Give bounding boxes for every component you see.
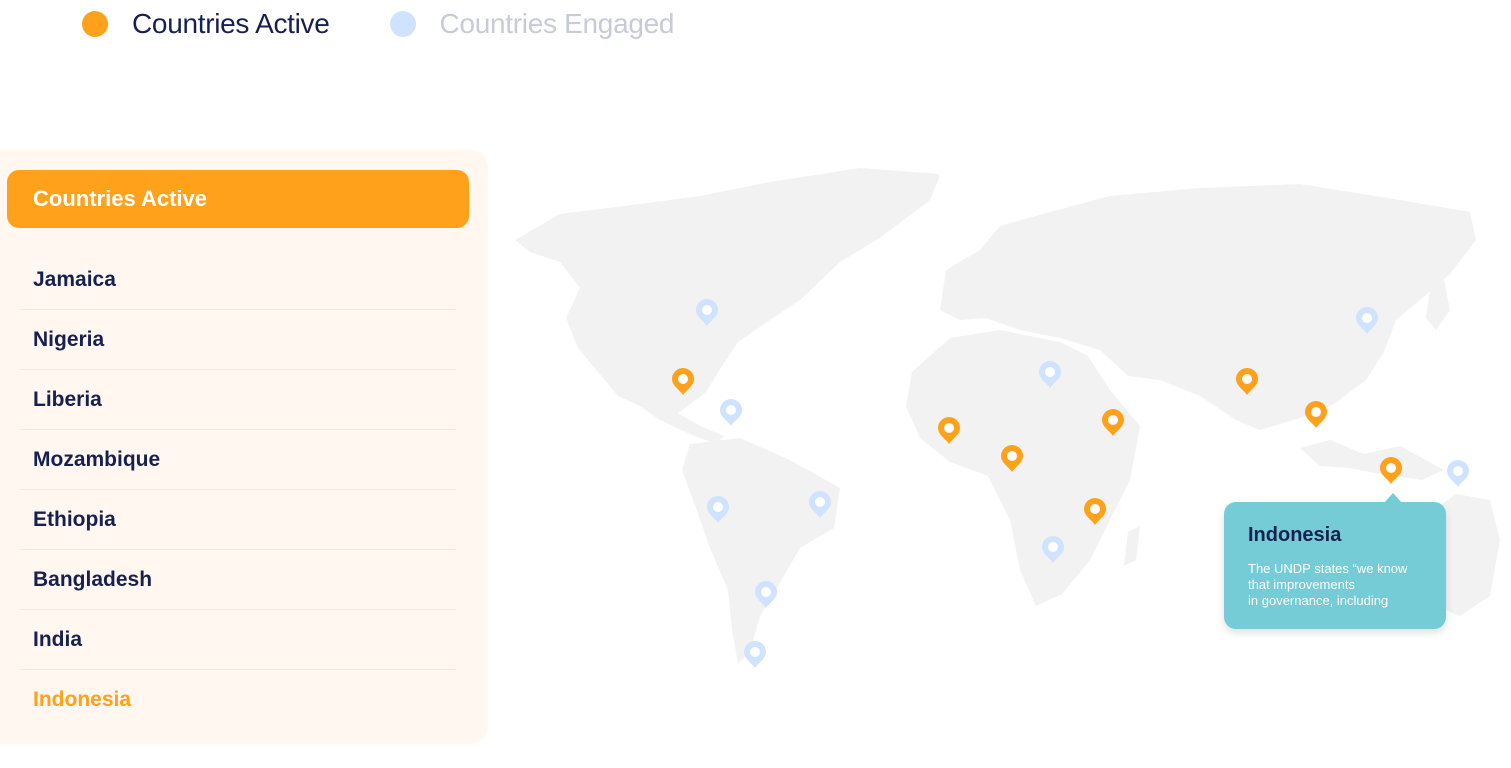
country-item-jamaica[interactable]: Jamaica: [20, 250, 456, 310]
engaged-marker[interactable]: [744, 641, 766, 668]
africa-landmass: [906, 330, 1140, 606]
engaged-dot-icon: [389, 11, 416, 37]
south-america-landmass: [682, 438, 840, 664]
country-item-mozambique[interactable]: Mozambique: [20, 430, 456, 490]
indonesia-landmass: [1300, 440, 1444, 480]
legend-engaged-tab[interactable]: Countries Engaged: [389, 8, 675, 40]
legend-active-label: Countries Active: [132, 8, 330, 39]
madagascar-landmass: [1124, 526, 1140, 566]
tooltip-body: The UNDP states “we know that improvemen…: [1248, 561, 1408, 608]
active-dot-icon: [82, 11, 108, 37]
country-tooltip: Indonesia The UNDP states “we know that …: [1224, 493, 1446, 629]
engaged-marker[interactable]: [1447, 460, 1469, 487]
country-item-ethiopia[interactable]: Ethiopia: [20, 490, 456, 550]
central-america-landmass: [640, 406, 724, 444]
active-marker-bangladesh[interactable]: [1305, 401, 1327, 428]
tooltip-title: Indonesia: [1248, 524, 1342, 546]
legend: Countries Active Countries Engaged: [82, 8, 734, 40]
engaged-marker[interactable]: [720, 399, 742, 426]
country-item-liberia[interactable]: Liberia: [20, 370, 456, 430]
countries-panel: Countries Active Jamaica Nigeria Liberia…: [0, 150, 488, 744]
country-item-indonesia[interactable]: Indonesia: [20, 670, 456, 730]
country-list: Jamaica Nigeria Liberia Mozambique Ethio…: [20, 250, 456, 730]
country-item-bangladesh[interactable]: Bangladesh: [20, 550, 456, 610]
legend-active-tab[interactable]: Countries Active: [82, 8, 330, 40]
panel-header: Countries Active: [7, 170, 469, 228]
country-item-nigeria[interactable]: Nigeria: [20, 310, 456, 370]
active-marker-indonesia[interactable]: [1380, 457, 1402, 484]
country-item-india[interactable]: India: [20, 610, 456, 670]
legend-engaged-label: Countries Engaged: [439, 8, 675, 39]
